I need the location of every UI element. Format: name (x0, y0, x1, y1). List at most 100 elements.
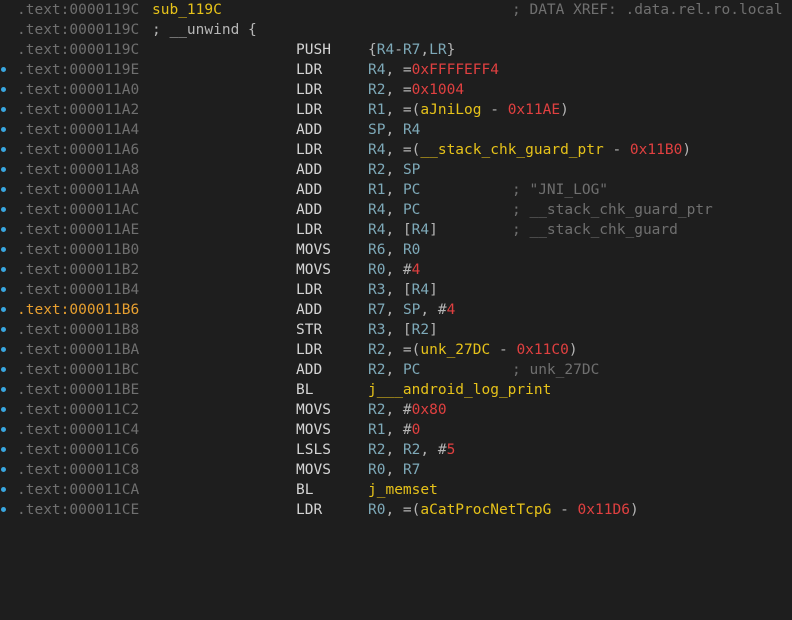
operands[interactable]: R7, SP, #4 (368, 300, 455, 320)
breakpoint-gutter[interactable] (0, 460, 12, 480)
operands[interactable]: R0, =(aCatProcNetTcpG - 0x11D6) (368, 500, 639, 520)
breakpoint-gutter[interactable] (0, 180, 12, 200)
code-line[interactable]: .text:000011A0 LDR R2, =0x1004 (0, 80, 792, 100)
operands[interactable]: R2, #0x80 (368, 400, 447, 420)
line-address[interactable]: .text:000011AC (17, 200, 139, 220)
operands[interactable]: {R4-R7,LR} (368, 40, 455, 60)
line-address[interactable]: .text:000011AA (17, 180, 139, 200)
operands[interactable]: R2, R2, #5 (368, 440, 455, 460)
breakpoint-gutter[interactable] (0, 60, 12, 80)
operands[interactable]: SP, R4 (368, 120, 420, 140)
line-address[interactable]: .text:000011BC (17, 360, 139, 380)
breakpoint-gutter[interactable] (0, 200, 12, 220)
breakpoint-gutter[interactable] (0, 380, 12, 400)
operands[interactable]: R2, =(unk_27DC - 0x11C0) (368, 340, 578, 360)
code-line[interactable]: .text:000011A2 LDR R1, =(aJniLog - 0x11A… (0, 100, 792, 120)
line-address[interactable]: .text:000011A6 (17, 140, 139, 160)
line-address[interactable]: .text:000011B2 (17, 260, 139, 280)
line-address[interactable]: .text:000011C6 (17, 440, 139, 460)
line-address[interactable]: .text:0000119C (17, 0, 139, 20)
breakpoint-gutter[interactable] (0, 340, 12, 360)
breakpoint-gutter[interactable] (0, 280, 12, 300)
disassembly-listing[interactable]: .text:0000119C sub_119C ; DATA XREF: .da… (0, 0, 792, 526)
operands[interactable]: R4, [R4] (368, 220, 438, 240)
code-line[interactable]: .text:000011AA ADD R1, PC ; "JNI_LOG" (0, 180, 792, 200)
breakpoint-gutter[interactable] (0, 500, 12, 520)
line-address[interactable]: .text:000011C8 (17, 460, 139, 480)
code-line-current[interactable]: .text:000011B6 ADD R7, SP, #4 (0, 300, 792, 320)
line-address[interactable]: .text:000011BA (17, 340, 139, 360)
operands[interactable]: R2, =0x1004 (368, 80, 464, 100)
line-address[interactable]: .text:000011B8 (17, 320, 139, 340)
operands[interactable]: R0, #4 (368, 260, 420, 280)
operands[interactable]: R0, R7 (368, 460, 420, 480)
line-address[interactable]: .text:000011B0 (17, 240, 139, 260)
breakpoint-gutter[interactable] (0, 140, 12, 160)
operands[interactable]: R3, [R2] (368, 320, 438, 340)
breakpoint-gutter[interactable] (0, 480, 12, 500)
code-line[interactable]: .text:000011BA LDR R2, =(unk_27DC - 0x11… (0, 340, 792, 360)
line-address[interactable]: .text:000011A8 (17, 160, 139, 180)
code-line[interactable]: .text:000011C4 MOVS R1, #0 (0, 420, 792, 440)
breakpoint-gutter[interactable] (0, 120, 12, 140)
code-line[interactable]: .text:0000119C PUSH {R4-R7,LR} (0, 40, 792, 60)
line-address[interactable]: .text:0000119C (17, 40, 139, 60)
code-line[interactable]: .text:0000119C sub_119C ; DATA XREF: .da… (0, 0, 792, 20)
breakpoint-gutter[interactable] (0, 420, 12, 440)
line-address[interactable]: .text:0000119E (17, 60, 139, 80)
code-line[interactable]: .text:000011B2 MOVS R0, #4 (0, 260, 792, 280)
code-line[interactable]: .text:000011A8 ADD R2, SP (0, 160, 792, 180)
code-line[interactable]: .text:000011A4 ADD SP, R4 (0, 120, 792, 140)
operands[interactable]: j___android_log_print (368, 380, 551, 400)
breakpoint-gutter[interactable] (0, 100, 12, 120)
operands[interactable]: R4, =0xFFFFEFF4 (368, 60, 499, 80)
code-line[interactable]: .text:000011A6 LDR R4, =(__stack_chk_gua… (0, 140, 792, 160)
line-address[interactable]: .text:000011C2 (17, 400, 139, 420)
code-line[interactable]: .text:000011B8 STR R3, [R2] (0, 320, 792, 340)
line-address[interactable]: .text:000011CA (17, 480, 139, 500)
operands[interactable]: R1, #0 (368, 420, 420, 440)
breakpoint-gutter[interactable] (0, 160, 12, 180)
code-line[interactable]: .text:000011C8 MOVS R0, R7 (0, 460, 792, 480)
breakpoint-gutter[interactable] (0, 360, 12, 380)
code-line[interactable]: .text:000011AE LDR R4, [R4] ; __stack_ch… (0, 220, 792, 240)
code-line[interactable]: .text:000011B4 LDR R3, [R4] (0, 280, 792, 300)
code-line[interactable]: .text:000011BC ADD R2, PC ; unk_27DC (0, 360, 792, 380)
line-address[interactable]: .text:000011A0 (17, 80, 139, 100)
breakpoint-gutter[interactable] (0, 240, 12, 260)
breakpoint-gutter[interactable] (0, 320, 12, 340)
operands[interactable]: R2, PC (368, 360, 420, 380)
line-address[interactable]: .text:000011BE (17, 380, 139, 400)
operands[interactable]: R1, =(aJniLog - 0x11AE) (368, 100, 569, 120)
operands[interactable]: R6, R0 (368, 240, 420, 260)
code-line[interactable]: .text:000011BE BL j___android_log_print (0, 380, 792, 400)
line-address[interactable]: .text:000011CE (17, 500, 139, 520)
breakpoint-gutter[interactable] (0, 80, 12, 100)
line-address[interactable]: .text:000011A4 (17, 120, 139, 140)
operands[interactable]: R1, PC (368, 180, 420, 200)
code-line[interactable]: .text:000011B0 MOVS R6, R0 (0, 240, 792, 260)
operands[interactable]: R4, PC (368, 200, 420, 220)
operands[interactable]: R4, =(__stack_chk_guard_ptr - 0x11B0) (368, 140, 691, 160)
code-line[interactable]: .text:000011AC ADD R4, PC ; __stack_chk_… (0, 200, 792, 220)
line-address[interactable]: .text:000011A2 (17, 100, 139, 120)
line-address[interactable]: .text:000011B4 (17, 280, 139, 300)
code-line[interactable]: .text:0000119E LDR R4, =0xFFFFEFF4 (0, 60, 792, 80)
operands[interactable]: j_memset (368, 480, 438, 500)
breakpoint-gutter[interactable] (0, 220, 12, 240)
breakpoint-gutter[interactable] (0, 300, 12, 320)
code-line[interactable]: .text:000011CA BL j_memset (0, 480, 792, 500)
operands[interactable]: R2, SP (368, 160, 420, 180)
breakpoint-gutter[interactable] (0, 440, 12, 460)
line-address[interactable]: .text:000011C4 (17, 420, 139, 440)
breakpoint-gutter[interactable] (0, 260, 12, 280)
breakpoint-gutter[interactable] (0, 400, 12, 420)
line-address-highlighted[interactable]: .text:000011B6 (17, 300, 139, 320)
code-line[interactable]: .text:000011C6 LSLS R2, R2, #5 (0, 440, 792, 460)
operands[interactable]: R3, [R4] (368, 280, 438, 300)
line-address[interactable]: .text:000011AE (17, 220, 139, 240)
code-line[interactable]: .text:0000119C ; __unwind { (0, 20, 792, 40)
line-address[interactable]: .text:0000119C (17, 20, 139, 40)
function-label[interactable]: sub_119C (152, 0, 222, 20)
code-line[interactable]: .text:000011CE LDR R0, =(aCatProcNetTcpG… (0, 500, 792, 520)
